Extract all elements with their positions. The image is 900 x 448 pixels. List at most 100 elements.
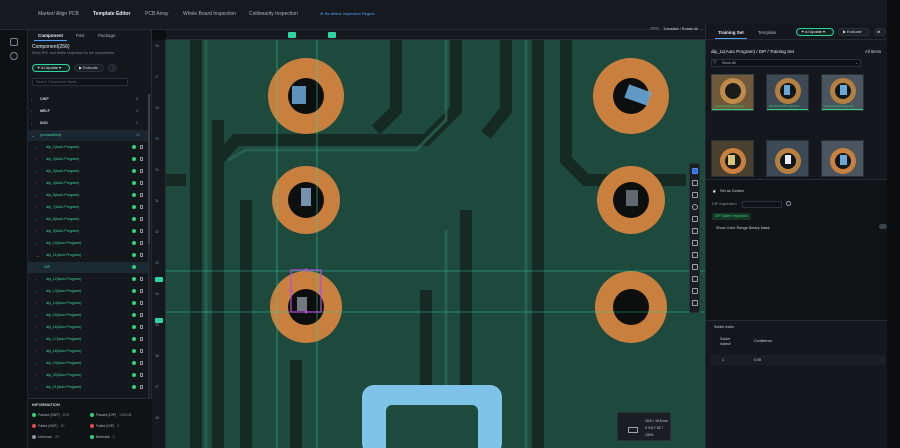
tree-group-sod[interactable]: › SOD 2 [28, 118, 148, 129]
layers-tool-icon[interactable] [692, 264, 698, 270]
training-thumb[interactable] [766, 140, 809, 177]
trash-icon[interactable] [140, 205, 143, 209]
menu-whole-board-inspection[interactable]: Whole Board Inspection [183, 11, 236, 17]
tree-item[interactable]: › dip_13(Auto Program) [28, 286, 148, 297]
tree-item[interactable]: › dip_2(Auto Program) [28, 154, 148, 165]
brush-tool-icon[interactable] [692, 300, 698, 306]
training-thumb[interactable] [711, 140, 754, 177]
tree-group-melf[interactable]: › MELF 4 [28, 106, 148, 117]
trash-icon[interactable] [140, 157, 143, 161]
text-tool-icon[interactable] [692, 228, 698, 234]
training-thumb[interactable]: Cut Rotate DIP Inspection [711, 74, 754, 111]
ai-update-button[interactable]: ✦ AI Update ▾ [32, 64, 70, 72]
tree-item[interactable]: › dip_18(Auto Program) [28, 346, 148, 357]
menu-marker-align[interactable]: Marker/ Align PCB [38, 11, 79, 17]
trash-icon[interactable] [140, 193, 143, 197]
trash-icon[interactable] [140, 289, 143, 293]
template-icon[interactable] [10, 38, 18, 46]
more-options-button[interactable]: ⋮ [108, 64, 117, 72]
tab-training-set[interactable]: Training Set [715, 30, 747, 39]
info-icon[interactable] [786, 201, 791, 206]
trash-icon[interactable] [140, 373, 143, 377]
tree-group-unclassified[interactable]: ⌄ (unclassified) 21 [28, 130, 148, 141]
tab-package[interactable]: Package [98, 33, 116, 38]
cross-tool-icon[interactable] [692, 252, 698, 258]
trash-icon[interactable] [140, 349, 143, 353]
menu-pcb-array[interactable]: PCB Array [145, 11, 168, 17]
trash-icon[interactable] [140, 301, 143, 305]
trash-icon[interactable] [140, 277, 143, 281]
dip-position-select[interactable] [742, 201, 782, 208]
tree-item[interactable]: › dip_15(Auto Program) [28, 310, 148, 321]
trash-icon[interactable] [140, 145, 143, 149]
tab-part[interactable]: Part [76, 33, 84, 38]
tab-component[interactable]: Component [34, 33, 67, 41]
hint-redefine-region[interactable]: ⊕ Re-define inspection Region [320, 11, 375, 16]
ruler-marker[interactable] [155, 277, 163, 282]
tab-template[interactable]: Template [758, 30, 776, 35]
all-items-label[interactable]: All Items [865, 49, 881, 54]
tree-item[interactable]: › dip_19(Auto Program) [28, 358, 148, 369]
settings-icon[interactable] [10, 52, 18, 60]
tree-item[interactable]: › dip_8(Auto Program) [28, 214, 148, 225]
tree-group-chip[interactable]: › CHIP 5 [28, 94, 148, 105]
component-search-input[interactable]: Search Component Name... [32, 78, 128, 86]
tree-subitem-dip[interactable]: DIP [28, 262, 148, 273]
shape-tool-icon[interactable] [692, 180, 698, 186]
tree-item[interactable]: › dip_10(Auto Program) [28, 238, 148, 249]
training-thumb[interactable] [821, 140, 864, 177]
tree-item[interactable]: › dip_7(Auto Program) [28, 202, 148, 213]
training-thumb[interactable]: Cut Rotate DIP Inspection [821, 74, 864, 111]
tree-item[interactable]: › dip_14(Auto Program) [28, 298, 148, 309]
tree-item[interactable]: › dip_16(Auto Program) [28, 322, 148, 333]
ruler-marker[interactable] [288, 32, 296, 38]
evaluate-button[interactable]: ▶ Evaluate [74, 64, 104, 72]
ruler-marker[interactable] [155, 318, 163, 323]
tree-item[interactable]: › dip_12(Auto Program) [28, 274, 148, 285]
menu-template-editor[interactable]: Template Editor [93, 11, 130, 17]
grid-tool-icon[interactable] [692, 216, 698, 222]
tree-item[interactable]: › dip_20(Auto Program) [28, 370, 148, 381]
menu-collinearity-inspection[interactable]: Coilinearity Inspection [249, 11, 298, 17]
pointer-tool-icon[interactable] [692, 168, 698, 174]
trash-icon[interactable] [140, 313, 143, 317]
trash-icon[interactable] [140, 325, 143, 329]
dip-solder-chip[interactable]: DIP Solder Inspection [712, 213, 751, 220]
training-thumb[interactable]: Edit Rotate DIP Inspection [766, 74, 809, 111]
tree-item[interactable]: ⌄ dip_11(Auto Program) [28, 250, 148, 261]
trash-icon[interactable] [140, 337, 143, 341]
polygon-tool-icon[interactable] [692, 192, 698, 198]
tree-item[interactable]: › dip_4(Auto Program) [28, 178, 148, 189]
pcb-board-image[interactable] [166, 40, 705, 448]
trash-icon[interactable] [140, 169, 143, 173]
tree-item[interactable]: › dip_5(Auto Program) [28, 190, 148, 201]
tree-item[interactable]: › dip_17(Auto Program) [28, 334, 148, 345]
right-ai-update-button[interactable]: ✦ AI Update ▾ [796, 28, 834, 36]
status-dot-icon [90, 413, 94, 417]
trash-icon[interactable] [140, 385, 143, 389]
table-row[interactable]: 1 0.05 [710, 355, 886, 365]
trash-icon[interactable] [140, 241, 143, 245]
ellipse-tool-icon[interactable] [692, 204, 698, 210]
filter-select[interactable]: Show All [711, 59, 861, 67]
tree-scrollbar[interactable] [148, 94, 150, 414]
tree-item[interactable]: › dip_21(Auto Program) [28, 382, 148, 393]
trash-icon[interactable] [140, 181, 143, 185]
pcb-canvas[interactable]: 26 27 28 29 30 31 32 33 34 35 36 37 38 1… [152, 30, 705, 448]
tree-item[interactable]: › dip_1(Auto Program) [28, 142, 148, 153]
tree-item[interactable]: › dip_9(Auto Program) [28, 226, 148, 237]
right-more-button[interactable]: ⇄ [874, 28, 886, 36]
warning-tool-icon[interactable] [692, 288, 698, 294]
trash-icon[interactable] [140, 253, 143, 257]
trash-icon[interactable] [140, 361, 143, 365]
right-evaluate-button[interactable]: ▶ Evaluate [838, 28, 870, 36]
trash-icon[interactable] [140, 217, 143, 221]
trash-icon[interactable] [140, 229, 143, 233]
measure-tool-icon[interactable] [692, 240, 698, 246]
stat-unknown: Unknown 20 [32, 435, 59, 439]
ruler-marker[interactable] [328, 32, 336, 38]
tree-item[interactable]: › dip_3(Auto Program) [28, 166, 148, 177]
set-golden-button[interactable]: Set as Golden [720, 189, 744, 193]
color-tool-icon[interactable] [692, 276, 698, 282]
color-range-toggle[interactable] [879, 224, 887, 229]
